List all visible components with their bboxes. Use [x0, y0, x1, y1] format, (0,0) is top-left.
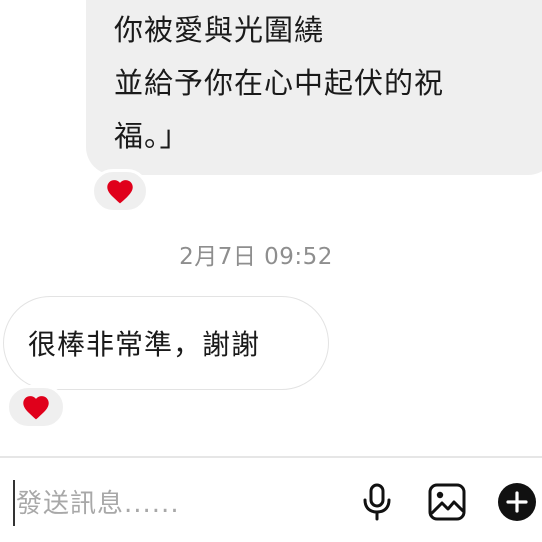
received-message-bubble[interactable]: 你被愛與光圍繞 並給予你在心中起伏的祝 福。」 [86, 0, 542, 175]
heart-icon [23, 395, 49, 419]
heart-icon [107, 179, 133, 203]
message-line: 福。」 [114, 119, 190, 153]
message-text: 很棒非常準，謝謝 [28, 328, 261, 361]
sent-message-bubble[interactable]: 很棒非常準，謝謝 [3, 296, 329, 390]
message-input[interactable] [16, 482, 336, 526]
message-line: 並給予你在心中起伏的祝 [114, 66, 445, 100]
heart-reaction[interactable] [91, 169, 149, 213]
message-line: 你被愛與光圍繞 [114, 13, 325, 47]
plus-icon [498, 483, 536, 521]
voice-message-button[interactable] [355, 480, 399, 524]
send-image-button[interactable] [425, 480, 469, 524]
text-cursor [13, 480, 15, 526]
message-timestamp: 2月7日 09:52 [179, 244, 333, 270]
message-composer [0, 458, 542, 542]
image-icon [428, 483, 466, 521]
microphone-icon [363, 483, 391, 521]
heart-reaction[interactable] [6, 385, 66, 429]
more-options-button[interactable] [495, 480, 539, 524]
